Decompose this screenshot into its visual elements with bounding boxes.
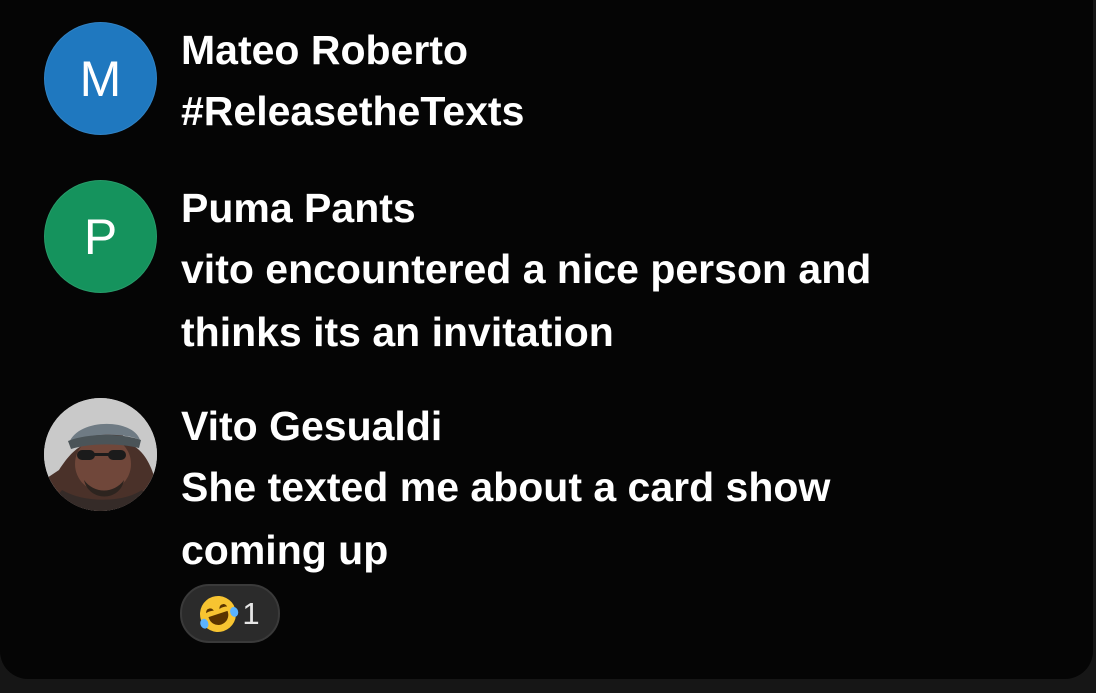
comments-panel: M Mateo Roberto #ReleasetheTexts P Puma … (0, 0, 1093, 679)
avatar-initial: P (83, 208, 118, 265)
reaction-button[interactable]: 1 (180, 584, 280, 643)
avatar[interactable]: M (44, 22, 157, 135)
comment-text: She texted me about a card show coming u… (181, 464, 831, 573)
comment-item: Vito Gesualdi She texted me about a card… (44, 398, 1044, 648)
profile-photo[interactable] (44, 398, 157, 511)
avatar[interactable]: P (44, 180, 157, 293)
comment-text: #ReleasetheTexts (181, 88, 525, 134)
rolling-on-floor-laughing-icon (195, 590, 242, 637)
profile-photo-icon (44, 398, 157, 511)
avatar-initial: M (79, 50, 122, 107)
username[interactable]: Mateo Roberto (181, 26, 468, 74)
username[interactable]: Vito Gesualdi (181, 402, 442, 450)
reaction-count: 1 (242, 596, 260, 631)
comment-text: vito encountered a nice person and think… (181, 246, 872, 355)
comment-item: P Puma Pants vito encountered a nice per… (44, 180, 1044, 370)
username[interactable]: Puma Pants (181, 184, 416, 232)
comment-item: M Mateo Roberto #ReleasetheTexts (44, 22, 1044, 142)
